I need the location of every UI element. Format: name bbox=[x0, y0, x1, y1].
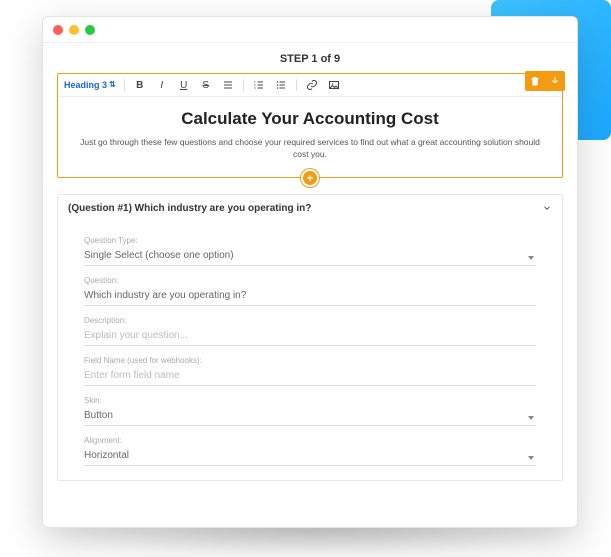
image-icon bbox=[328, 79, 340, 91]
field-description: Description: bbox=[84, 316, 536, 346]
italic-icon: I bbox=[160, 80, 163, 91]
field-label: Description: bbox=[84, 316, 536, 325]
field-alignment: Alignment: bbox=[84, 436, 536, 466]
field-label: Skin: bbox=[84, 396, 536, 405]
delete-button[interactable] bbox=[525, 71, 545, 91]
svg-text:3: 3 bbox=[254, 86, 256, 90]
alignment-select[interactable] bbox=[84, 447, 536, 466]
field-label: Question: bbox=[84, 276, 536, 285]
sort-icon: ⇅ bbox=[109, 82, 116, 88]
add-element-button[interactable] bbox=[301, 169, 319, 187]
ordered-list-button[interactable]: 123 bbox=[252, 78, 266, 92]
question-header-label: (Question #1) Which industry are you ope… bbox=[68, 203, 311, 214]
link-button[interactable] bbox=[305, 78, 319, 92]
field-label: Question Type: bbox=[84, 236, 536, 245]
alignment-value[interactable] bbox=[84, 447, 536, 466]
toolbar-separator bbox=[296, 79, 297, 91]
trash-icon bbox=[529, 75, 541, 87]
field-question-text: Question: bbox=[84, 276, 536, 306]
fieldname-input[interactable] bbox=[84, 367, 536, 386]
content-area: STEP 1 of 9 Heading 3 ⇅ B I bbox=[43, 43, 577, 527]
heading-label: Heading 3 bbox=[64, 80, 107, 90]
toolbar-separator bbox=[124, 79, 125, 91]
strikethrough-button[interactable]: S bbox=[199, 78, 213, 92]
question-type-value[interactable] bbox=[84, 247, 536, 266]
unordered-list-icon bbox=[275, 79, 287, 91]
skin-value[interactable] bbox=[84, 407, 536, 426]
editor-toolbar: Heading 3 ⇅ B I U S 123 bbox=[58, 74, 562, 97]
field-label: Field Name (used for webhooks): bbox=[84, 356, 536, 365]
image-button[interactable] bbox=[327, 78, 341, 92]
editor-corner-actions bbox=[525, 71, 565, 91]
plus-icon bbox=[305, 173, 315, 183]
heading-selector[interactable]: Heading 3 ⇅ bbox=[64, 80, 116, 90]
arrow-down-icon bbox=[549, 75, 561, 87]
field-fieldname: Field Name (used for webhooks): bbox=[84, 356, 536, 386]
underline-button[interactable]: U bbox=[177, 78, 191, 92]
description-input[interactable] bbox=[84, 327, 536, 346]
titlebar bbox=[43, 17, 577, 43]
bold-icon: B bbox=[136, 80, 143, 91]
align-icon bbox=[222, 79, 234, 91]
field-skin: Skin: bbox=[84, 396, 536, 426]
question-type-select[interactable] bbox=[84, 247, 536, 266]
chevron-down-icon bbox=[542, 203, 552, 213]
rich-text-editor: Heading 3 ⇅ B I U S 123 bbox=[57, 73, 563, 178]
bold-button[interactable]: B bbox=[133, 78, 147, 92]
step-indicator: STEP 1 of 9 bbox=[57, 53, 563, 65]
align-button[interactable] bbox=[221, 78, 235, 92]
editor-section: Heading 3 ⇅ B I U S 123 bbox=[57, 73, 563, 178]
underline-icon: U bbox=[180, 80, 187, 91]
window-minimize-button[interactable] bbox=[69, 25, 79, 35]
unordered-list-button[interactable] bbox=[274, 78, 288, 92]
question-panel: (Question #1) Which industry are you ope… bbox=[57, 194, 563, 481]
strikethrough-icon: S bbox=[202, 80, 209, 91]
field-label: Alignment: bbox=[84, 436, 536, 445]
window-close-button[interactable] bbox=[53, 25, 63, 35]
question-header[interactable]: (Question #1) Which industry are you ope… bbox=[58, 195, 562, 222]
editor-title: Calculate Your Accounting Cost bbox=[76, 109, 544, 129]
toolbar-separator bbox=[243, 79, 244, 91]
question-text-input[interactable] bbox=[84, 287, 536, 306]
italic-button[interactable]: I bbox=[155, 78, 169, 92]
app-window: STEP 1 of 9 Heading 3 ⇅ B I bbox=[42, 16, 578, 528]
link-icon bbox=[306, 79, 318, 91]
editor-body[interactable]: Calculate Your Accounting Cost Just go t… bbox=[58, 97, 562, 177]
question-body: Question Type: Question: Description: Fi… bbox=[58, 222, 562, 480]
window-maximize-button[interactable] bbox=[85, 25, 95, 35]
ordered-list-icon: 123 bbox=[253, 79, 265, 91]
field-question-type: Question Type: bbox=[84, 236, 536, 266]
skin-select[interactable] bbox=[84, 407, 536, 426]
move-down-button[interactable] bbox=[545, 71, 565, 91]
editor-subtitle: Just go through these few questions and … bbox=[76, 137, 544, 161]
